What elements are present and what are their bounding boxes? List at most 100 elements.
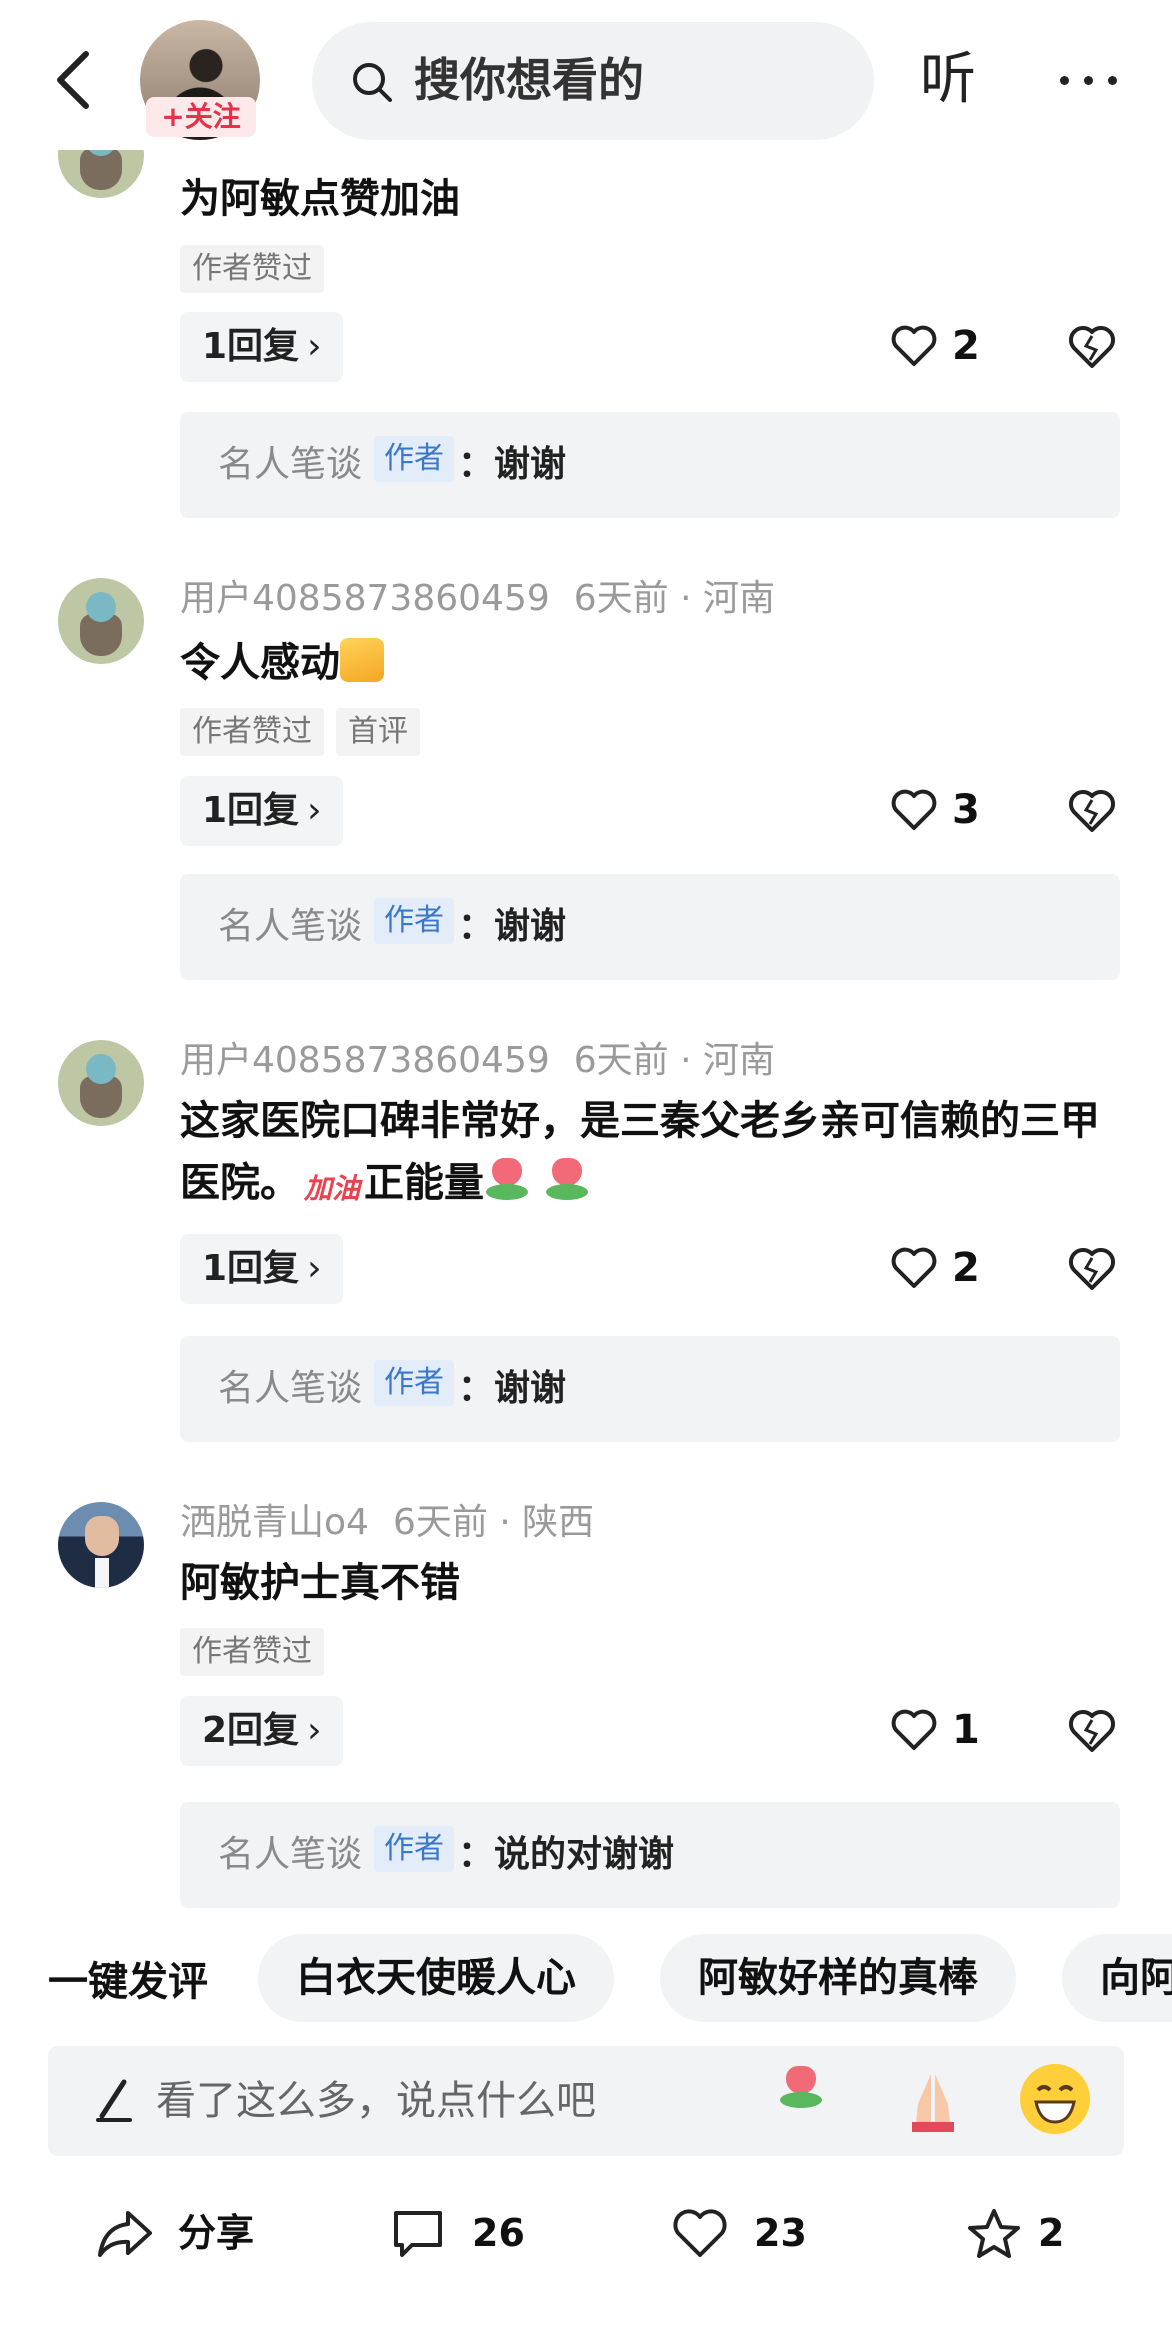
like-count: 3 bbox=[952, 787, 980, 833]
view-replies-button[interactable]: 1回复 › bbox=[180, 312, 344, 382]
comment-text: 为阿敏点赞加油 bbox=[180, 176, 460, 222]
commenter-name[interactable]: 用户4085873860459 bbox=[180, 1040, 550, 1081]
author-badge: 作者 bbox=[374, 1360, 454, 1406]
comment-input-placeholder: 看了这么多，说点什么吧 bbox=[156, 2078, 596, 2124]
reply-author-name[interactable]: 名人笔谈 bbox=[218, 1366, 362, 1412]
author-reply-preview[interactable]: 名人笔谈 作者 ：说的对谢谢 bbox=[180, 1802, 1120, 1908]
tag-first-comment: 首评 bbox=[336, 708, 420, 756]
reply-text: ：谢谢 bbox=[458, 1368, 567, 1409]
view-replies-button[interactable]: 1回复 › bbox=[180, 776, 344, 846]
comment-bubble-icon bbox=[394, 2211, 442, 2257]
reply-author-name[interactable]: 名人笔谈 bbox=[218, 442, 362, 488]
comment-time-location: 6天前 · 河南 bbox=[573, 1040, 776, 1081]
quick-comment-chip[interactable]: 向阿 bbox=[1062, 1934, 1172, 2022]
author-badge: 作者 bbox=[374, 436, 454, 482]
comment-input[interactable]: 看了这么多，说点什么吧 bbox=[48, 2046, 1124, 2156]
chevron-right-icon: › bbox=[307, 790, 322, 831]
heart-icon bbox=[891, 1247, 937, 1288]
author-badge: 作者 bbox=[374, 1826, 454, 1872]
like-count: 2 bbox=[952, 323, 980, 369]
top-bar: +关注 搜你想看的 听 bbox=[0, 0, 1172, 150]
like-count: 1 bbox=[952, 1707, 980, 1753]
author-badge: 作者 bbox=[374, 898, 454, 944]
comment-count: 26 bbox=[472, 2211, 525, 2255]
more-options-icon[interactable] bbox=[1050, 50, 1130, 110]
author-reply-preview[interactable]: 名人笔谈 作者 ：谢谢 bbox=[180, 412, 1120, 518]
reply-author-name[interactable]: 名人笔谈 bbox=[218, 904, 362, 950]
tulip-emoji-icon[interactable] bbox=[778, 2064, 848, 2134]
comment-time-location: 6天前 · 陕西 bbox=[392, 1502, 595, 1543]
star-icon bbox=[968, 2209, 1020, 2258]
like-article-button[interactable]: 23 bbox=[672, 2195, 832, 2275]
quick-comment-chip[interactable]: 阿敏好样的真棒 bbox=[660, 1934, 1016, 2022]
tag-author-liked: 作者赞过 bbox=[180, 708, 324, 756]
listen-button[interactable]: 听 bbox=[920, 45, 976, 115]
quick-comment-chip[interactable]: 白衣天使暖人心 bbox=[258, 1934, 614, 2022]
author-reply-preview[interactable]: 名人笔谈 作者 ：谢谢 bbox=[180, 874, 1120, 980]
comment-text: 令人感动 bbox=[180, 632, 1130, 694]
tulip-emoji-icon bbox=[544, 1156, 590, 1202]
reply-author-name[interactable]: 名人笔谈 bbox=[218, 1832, 362, 1878]
reply-count-label: 1回复 bbox=[202, 1248, 300, 1289]
view-replies-button[interactable]: 1回复 › bbox=[180, 1234, 344, 1304]
commenter-avatar[interactable] bbox=[58, 1502, 144, 1588]
chevron-right-icon: › bbox=[307, 1710, 322, 1751]
quick-comment-label: 一键发评 bbox=[48, 1959, 208, 2005]
view-replies-button[interactable]: 2回复 › bbox=[180, 1696, 344, 1766]
favorite-button[interactable]: 2 bbox=[966, 2195, 1106, 2275]
search-icon bbox=[353, 63, 392, 102]
comments-button[interactable]: 26 bbox=[390, 2195, 550, 2275]
author-reply-preview[interactable]: 名人笔谈 作者 ：谢谢 bbox=[180, 1336, 1120, 1442]
heart-icon bbox=[891, 1709, 937, 1750]
reply-text: ：谢谢 bbox=[458, 444, 567, 485]
commenter-name[interactable]: 用户4085873860459 bbox=[180, 578, 550, 619]
grinning-face-emoji-icon[interactable] bbox=[1020, 2064, 1090, 2134]
favorite-count: 2 bbox=[1038, 2211, 1065, 2255]
tulip-emoji-icon bbox=[484, 1156, 530, 1202]
search-bar[interactable]: 搜你想看的 bbox=[312, 22, 874, 140]
share-icon bbox=[98, 2211, 152, 2257]
tag-author-liked: 作者赞过 bbox=[180, 1628, 324, 1676]
reply-text: ：说的对谢谢 bbox=[458, 1834, 675, 1875]
comment-body-tail: 正能量 bbox=[364, 1160, 485, 1206]
broken-heart-icon[interactable] bbox=[1066, 320, 1118, 372]
search-placeholder: 搜你想看的 bbox=[414, 53, 644, 107]
broken-heart-icon[interactable] bbox=[1066, 784, 1118, 836]
comment-text: 这家医院口碑非常好，是三秦父老乡亲可信赖的三甲医院。 加油 正能量 bbox=[180, 1090, 1130, 1214]
broken-heart-icon[interactable] bbox=[1066, 1242, 1118, 1294]
comment-meta: 用户4085873860459 6天前 · 河南 bbox=[180, 576, 775, 622]
comment-tags: 作者赞过 bbox=[180, 1628, 336, 1676]
tag-author-liked: 作者赞过 bbox=[180, 245, 324, 293]
follow-button[interactable]: +关注 bbox=[146, 97, 256, 137]
comment-tags: 作者赞过 bbox=[180, 245, 336, 293]
praying-hands-emoji-icon[interactable] bbox=[898, 2064, 968, 2134]
back-arrow-icon[interactable] bbox=[48, 40, 108, 120]
jiayou-sticker-icon: 加油 bbox=[304, 1172, 361, 1205]
commenter-avatar[interactable] bbox=[58, 578, 144, 664]
comment-meta: 用户4085873860459 6天前 · 河南 bbox=[180, 1038, 775, 1084]
share-label: 分享 bbox=[178, 2211, 255, 2255]
chevron-right-icon: › bbox=[307, 326, 322, 367]
commenter-avatar[interactable] bbox=[58, 1040, 144, 1126]
pen-icon bbox=[96, 2079, 132, 2122]
heart-icon bbox=[891, 325, 937, 366]
like-count: 23 bbox=[754, 2211, 807, 2255]
bottom-panel: 一键发评 白衣天使暖人心 阿敏好样的真棒 向阿 看了这么多，说点什么吧 分享 2… bbox=[0, 1912, 1172, 2333]
like-count: 2 bbox=[952, 1245, 980, 1291]
commenter-name[interactable]: 洒脱青山o4 bbox=[180, 1502, 369, 1543]
comment-time-location: 6天前 · 河南 bbox=[573, 578, 776, 619]
chevron-right-icon: › bbox=[307, 1248, 322, 1289]
heart-icon bbox=[673, 2209, 727, 2257]
comment-text: 阿敏护士真不错 bbox=[180, 1560, 460, 1606]
broken-heart-icon[interactable] bbox=[1066, 1704, 1118, 1756]
share-button[interactable]: 分享 bbox=[96, 2195, 296, 2275]
comment-tags: 作者赞过 首评 bbox=[180, 708, 432, 756]
comment-body: 令人感动 bbox=[180, 640, 340, 686]
reply-count-label: 1回复 bbox=[202, 326, 300, 367]
thumbs-up-emoji-icon bbox=[340, 638, 384, 682]
reply-count-label: 2回复 bbox=[202, 1710, 300, 1751]
comment-meta: 洒脱青山o4 6天前 · 陕西 bbox=[180, 1500, 594, 1546]
reply-count-label: 1回复 bbox=[202, 790, 300, 831]
reply-text: ：谢谢 bbox=[458, 906, 567, 947]
heart-icon bbox=[891, 789, 937, 830]
